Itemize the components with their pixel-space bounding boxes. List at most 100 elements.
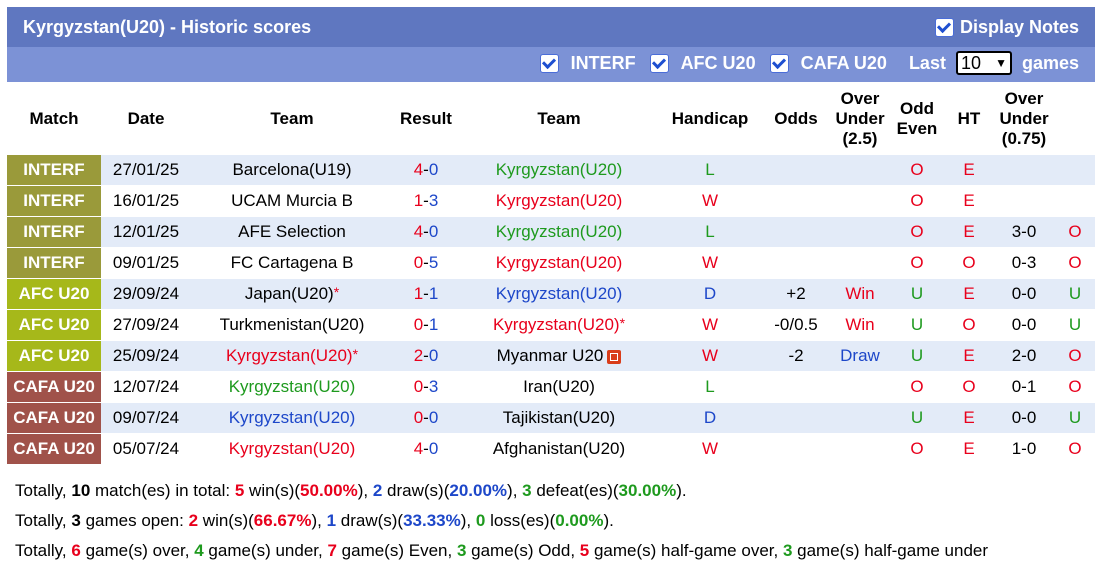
home-team-link[interactable]: Kyrgyzstan(U20) (226, 346, 353, 365)
away-team-cell[interactable]: Kyrgyzstan(U20) (459, 279, 659, 310)
away-team-link[interactable]: Tajikistan(U20) (503, 408, 615, 427)
away-score: 1 (428, 284, 439, 303)
competition-cell[interactable]: CAFA U20 (7, 434, 101, 465)
result-cell[interactable]: 0-1 (393, 310, 459, 341)
wl-cell: D (659, 279, 761, 310)
home-score: 0 (413, 408, 424, 427)
display-notes-checkbox[interactable] (934, 18, 954, 37)
home-team-cell[interactable]: Kyrgyzstan(U20) (191, 372, 393, 403)
home-team-link[interactable]: Kyrgyzstan(U20) (229, 408, 356, 427)
col-over-under-075: Over Under (0.75) (993, 82, 1055, 155)
away-team-link[interactable]: Kyrgyzstan(U20) (496, 191, 623, 210)
odds-cell: Win (831, 310, 889, 341)
display-notes-toggle[interactable]: Display Notes (934, 17, 1079, 38)
result-cell[interactable]: 4-0 (393, 217, 459, 248)
odd-even-cell: O (945, 310, 993, 341)
away-team-cell[interactable]: Kyrgyzstan(U20) (459, 217, 659, 248)
away-team-link[interactable]: Kyrgyzstan(U20) (496, 160, 623, 179)
table-row[interactable]: INTERF 09/01/25 FC Cartagena B 0-5 Kyrgyzsta… (7, 248, 1095, 279)
competition-cell[interactable]: INTERF (7, 248, 101, 279)
col-match: Match (7, 82, 101, 155)
competition-cell[interactable]: INTERF (7, 186, 101, 217)
home-team-cell[interactable]: Kyrgyzstan(U20)* (191, 341, 393, 372)
away-team-link[interactable]: Kyrgyzstan(U20) (493, 315, 620, 334)
away-team-cell[interactable]: Tajikistan(U20) (459, 403, 659, 434)
away-team-cell[interactable]: Kyrgyzstan(U20) (459, 186, 659, 217)
away-team-cell[interactable]: Iran(U20) (459, 372, 659, 403)
home-team-link[interactable]: Kyrgyzstan(U20) (229, 377, 356, 396)
home-team-link[interactable]: AFE Selection (238, 222, 346, 241)
neutral-marker: * (352, 346, 359, 362)
home-team-link[interactable]: FC Cartagena B (231, 253, 354, 272)
result-cell[interactable]: 0-5 (393, 248, 459, 279)
home-team-cell[interactable]: AFE Selection (191, 217, 393, 248)
handicap-cell (761, 372, 831, 403)
home-team-cell[interactable]: Barcelona(U19) (191, 155, 393, 186)
away-team-cell[interactable]: Kyrgyzstan(U20)* (459, 310, 659, 341)
table-row[interactable]: INTERF 27/01/25 Barcelona(U19) 4-0 Kyrgyzsta… (7, 155, 1095, 186)
summary-segment: Totally, (15, 481, 72, 500)
home-team-link[interactable]: Barcelona(U19) (232, 160, 351, 179)
odds-cell: Draw (831, 341, 889, 372)
ht-cell: 0-0 (993, 279, 1055, 310)
result-cell[interactable]: 0-3 (393, 372, 459, 403)
competition-cell[interactable]: AFC U20 (7, 279, 101, 310)
home-team-cell[interactable]: FC Cartagena B (191, 248, 393, 279)
table-row[interactable]: CAFA U20 05/07/24 Kyrgyzstan(U20) 4-0 Afghan… (7, 434, 1095, 465)
away-team-cell[interactable]: Kyrgyzstan(U20) (459, 155, 659, 186)
home-team-cell[interactable]: UCAM Murcia B (191, 186, 393, 217)
filter-cafa-u20-checkbox[interactable] (769, 53, 789, 73)
home-team-link[interactable]: Japan(U20) (245, 284, 334, 303)
wl-cell: W (659, 186, 761, 217)
result-cell[interactable]: 0-0 (393, 403, 459, 434)
table-row[interactable]: AFC U20 27/09/24 Turkmenistan(U20) 0-1 Kyrgy… (7, 310, 1095, 341)
table-row[interactable]: INTERF 12/01/25 AFE Selection 4-0 Kyrgyzstan… (7, 217, 1095, 248)
over-under-cell: O (889, 186, 945, 217)
filter-afc-u20-checkbox[interactable] (649, 53, 669, 73)
summary-segment: ), (311, 511, 327, 530)
filter-interf-checkbox[interactable] (539, 53, 559, 73)
away-team-link[interactable]: Myanmar U20 (497, 346, 604, 365)
table-row[interactable]: CAFA U20 12/07/24 Kyrgyzstan(U20) 0-3 Iran(U… (7, 372, 1095, 403)
home-team-cell[interactable]: Kyrgyzstan(U20) (191, 403, 393, 434)
away-team-link[interactable]: Kyrgyzstan(U20) (496, 222, 623, 241)
summary-segment: 3 (782, 541, 793, 560)
home-team-cell[interactable]: Japan(U20)* (191, 279, 393, 310)
away-team-cell[interactable]: Myanmar U20 (459, 341, 659, 372)
home-team-cell[interactable]: Kyrgyzstan(U20) (191, 434, 393, 465)
competition-cell[interactable]: INTERF (7, 217, 101, 248)
win-loss-mark: D (703, 284, 717, 303)
away-team-cell[interactable]: Afghanistan(U20) (459, 434, 659, 465)
result-cell[interactable]: 4-0 (393, 155, 459, 186)
home-team-link[interactable]: Turkmenistan(U20) (220, 315, 365, 334)
away-team-link[interactable]: Iran(U20) (523, 377, 595, 396)
table-row[interactable]: INTERF 16/01/25 UCAM Murcia B 1-3 Kyrgyzstan… (7, 186, 1095, 217)
team-note-icon[interactable] (607, 349, 622, 364)
table-row[interactable]: AFC U20 29/09/24 Japan(U20)* 1-1 Kyrgyzstan(… (7, 279, 1095, 310)
away-team-link[interactable]: Kyrgyzstan(U20) (496, 253, 623, 272)
date-cell: 12/01/25 (101, 217, 191, 248)
handicap-cell (761, 217, 831, 248)
table-row[interactable]: CAFA U20 09/07/24 Kyrgyzstan(U20) 0-0 Tajiki… (7, 403, 1095, 434)
home-team-link[interactable]: Kyrgyzstan(U20) (229, 439, 356, 458)
home-team-link[interactable]: UCAM Murcia B (231, 191, 353, 210)
result-cell[interactable]: 1-1 (393, 279, 459, 310)
competition-cell[interactable]: AFC U20 (7, 310, 101, 341)
odds-cell (831, 186, 889, 217)
competition-cell[interactable]: CAFA U20 (7, 403, 101, 434)
competition-cell[interactable]: INTERF (7, 155, 101, 186)
home-team-cell[interactable]: Turkmenistan(U20) (191, 310, 393, 341)
away-team-cell[interactable]: Kyrgyzstan(U20) (459, 248, 659, 279)
away-team-link[interactable]: Kyrgyzstan(U20) (496, 284, 623, 303)
odds-cell (831, 248, 889, 279)
competition-cell[interactable]: AFC U20 (7, 341, 101, 372)
result-cell[interactable]: 1-3 (393, 186, 459, 217)
last-games-select[interactable]: 10 ▼ (955, 51, 1012, 75)
competition-cell[interactable]: CAFA U20 (7, 372, 101, 403)
result-cell[interactable]: 4-0 (393, 434, 459, 465)
wl-cell: L (659, 217, 761, 248)
result-cell[interactable]: 2-0 (393, 341, 459, 372)
away-team-link[interactable]: Afghanistan(U20) (493, 439, 625, 458)
win-loss-mark: W (701, 439, 719, 458)
table-row[interactable]: AFC U20 25/09/24 Kyrgyzstan(U20)* 2-0 Myanma… (7, 341, 1095, 372)
